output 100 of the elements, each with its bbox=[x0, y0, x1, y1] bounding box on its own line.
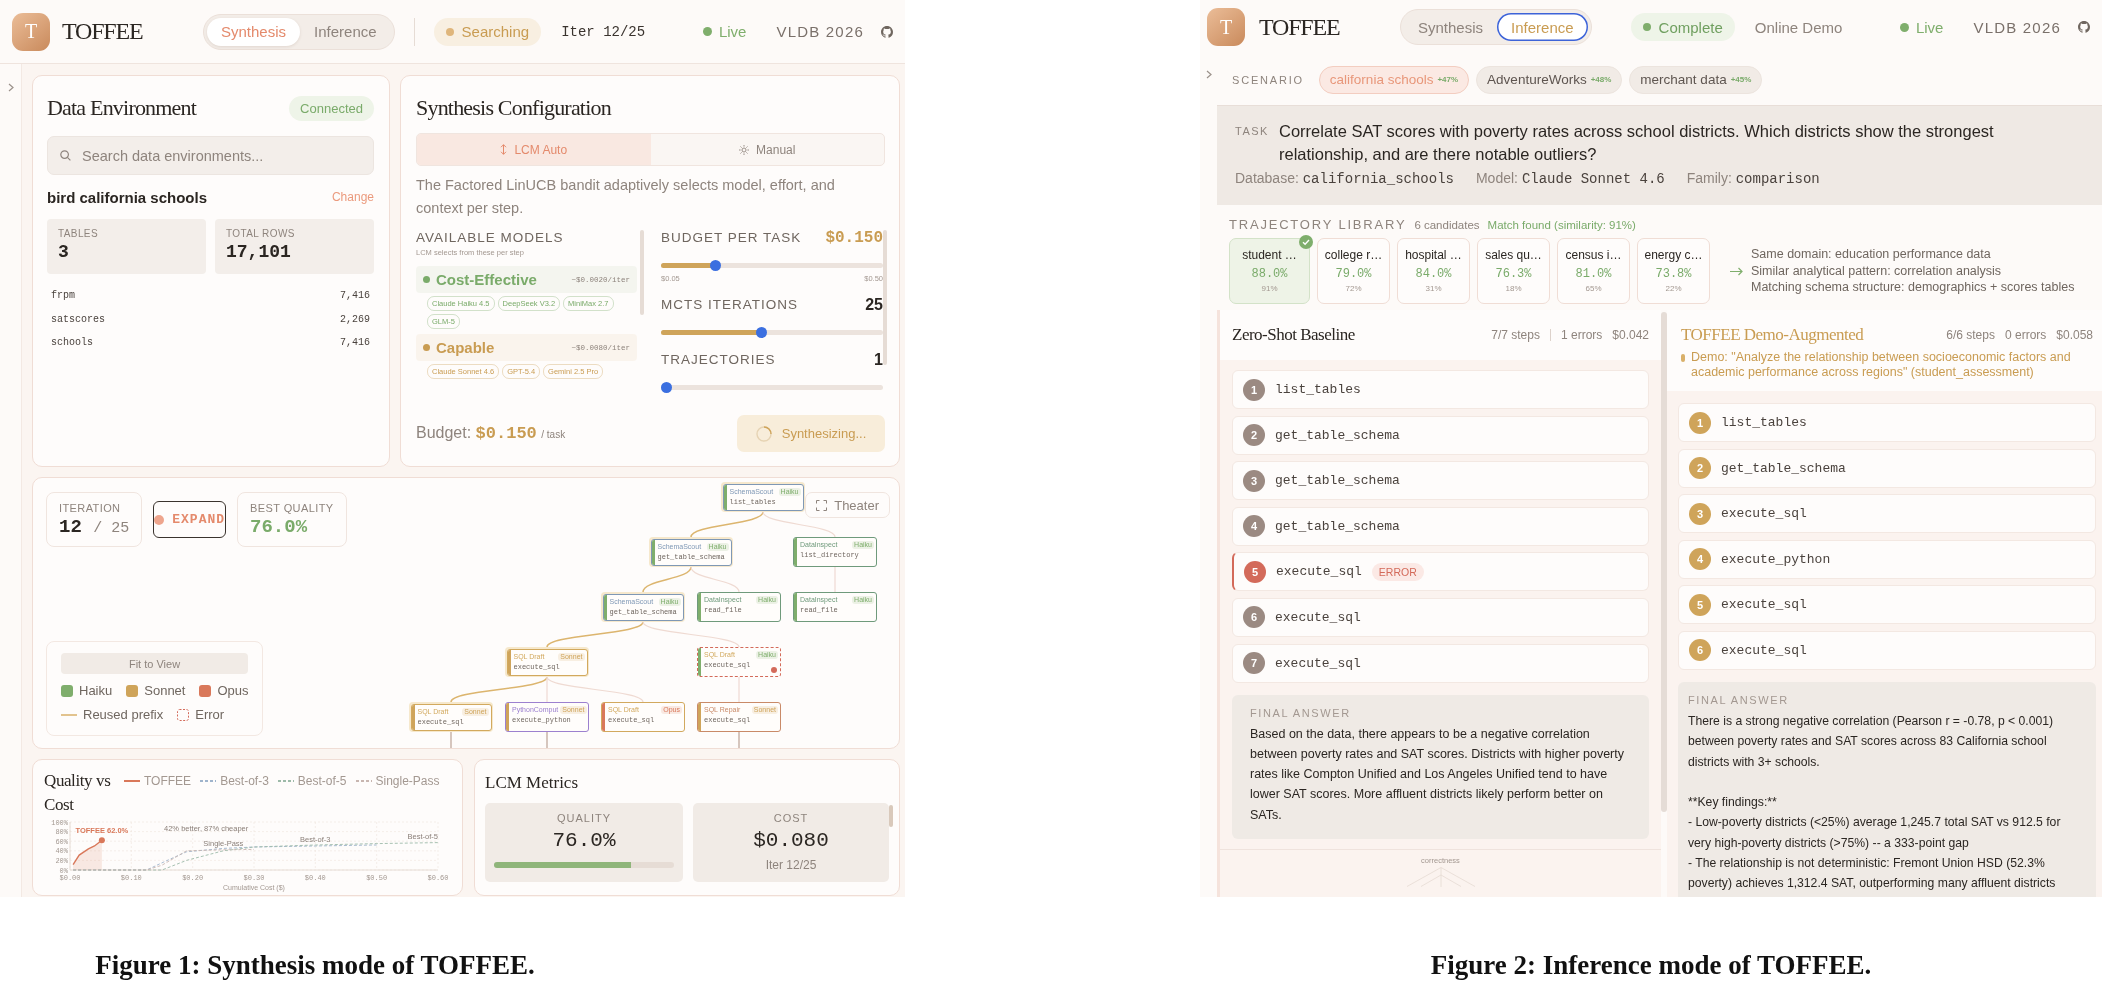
tier-name: Cost-Effective bbox=[436, 271, 537, 288]
step-number: 1 bbox=[1243, 378, 1265, 401]
step-number: 3 bbox=[1689, 502, 1711, 525]
slider-value: 25 bbox=[865, 296, 883, 314]
step-number: 6 bbox=[1689, 639, 1711, 662]
metric-label: QUALITY bbox=[556, 812, 612, 824]
legend-label: Reused prefix bbox=[83, 707, 164, 722]
stat-label: BEST QUALITY bbox=[250, 502, 334, 514]
step-count: 6/6 steps bbox=[1946, 328, 1995, 342]
step-tool: get_table_schema bbox=[1721, 460, 1846, 476]
reason-text: Matching schema structure: demographics + scores tables bbox=[1751, 279, 2075, 296]
step-tool: execute_sql bbox=[1275, 655, 1361, 671]
iteration-counter: Iter 12/25 bbox=[561, 23, 646, 40]
phase-label: EXPAND bbox=[172, 512, 226, 527]
legend-label: Single-Pass bbox=[375, 773, 440, 789]
stat-label: TOTAL ROWS bbox=[226, 228, 296, 239]
legend-label: Haiku bbox=[79, 683, 113, 698]
app-logo: T bbox=[12, 12, 50, 51]
card-title: Data Environment bbox=[47, 95, 197, 121]
reason-text: Similar analytical pattern: correlation analysis bbox=[1751, 262, 2003, 280]
stat-value: 17,101 bbox=[226, 242, 292, 262]
slider-value: 1 bbox=[874, 351, 883, 369]
step-number: 4 bbox=[1243, 515, 1265, 538]
venue-label: VLDB 2026 bbox=[776, 23, 864, 40]
table-name: frpm bbox=[51, 290, 75, 302]
live-label: Live bbox=[1915, 18, 1944, 36]
step-number: 3 bbox=[1243, 469, 1265, 492]
step-number: 6 bbox=[1243, 606, 1265, 629]
metric-label: COST bbox=[773, 812, 809, 824]
row-count: 7,416 bbox=[340, 337, 370, 349]
step-number: 7 bbox=[1243, 652, 1265, 675]
task-label: TASK bbox=[1235, 124, 1270, 139]
step-tool: execute_sql bbox=[1721, 597, 1807, 613]
error-count: 1 errors bbox=[1560, 328, 1603, 342]
app-title: TOFFEE bbox=[62, 18, 144, 45]
step-number: 5 bbox=[1689, 593, 1711, 616]
final-answer-text: There is a strong negative correlation (Pearson r = -0.78, p < 0.001) between poverty rates and SAT scores across 83 California school districts with 3+ schools. **Key findings:** - Low-poverty districts (<25%) average 1,245.7 total SAT vs 912.5 for very high-poverty districts (>75%) -- a 333-point gap - The relationship is not deterministic: Fremont Union HSD (52.3% poverty) achieves 1,312.4 SAT, outperforming many affluent districts bbox=[1688, 712, 2062, 893]
step-number: 1 bbox=[1689, 411, 1711, 434]
meta-item: Family: comparison bbox=[1686, 169, 1820, 187]
tier-name: Capable bbox=[436, 339, 495, 356]
connection-status: Connected bbox=[289, 95, 374, 121]
card-title: Synthesis Configuration bbox=[416, 95, 611, 121]
legend-label: Best-of-5 bbox=[297, 773, 347, 789]
environment-name: bird california schools bbox=[47, 188, 208, 206]
final-answer-label: FINAL ANSWER bbox=[1250, 706, 1352, 719]
error-count: 0 errors bbox=[2004, 328, 2047, 342]
final-answer-label: FINAL ANSWER bbox=[1688, 693, 1790, 706]
scenario-label: SCENARIO bbox=[1232, 73, 1304, 86]
slider-label: BUDGET PER TASK bbox=[661, 229, 802, 247]
step-tool: execute_sql bbox=[1275, 609, 1361, 625]
task-question: Correlate SAT scores with poverty rates across school districts. Which districts show the strongest relationship, and are there notable outliers? bbox=[1279, 121, 1995, 165]
final-answer-text: Based on the data, there appears to be a negative correlation between poverty rates and SAT scores. Districts with higher poverty rates like Compton Unified and Los Angeles Unified tend to have lower SAT scores. More affluent districts likely perform better on SATs. bbox=[1250, 725, 1625, 824]
error-badge: ERROR bbox=[1371, 562, 1424, 581]
run-cost: $0.042 bbox=[1612, 328, 1649, 342]
meta-item: Model: Claude Sonnet 4.6 bbox=[1475, 169, 1665, 187]
card-title: LCM Metrics bbox=[485, 772, 580, 794]
legend-label: Error bbox=[195, 707, 225, 722]
step-tool: execute_sql bbox=[1276, 564, 1362, 580]
live-label: Live bbox=[718, 23, 747, 40]
meta-item: Database: california_schools bbox=[1235, 169, 1454, 187]
slider-label: MCTS ITERATIONS bbox=[661, 296, 798, 314]
budget-summary: Budget: $0.150 / task bbox=[416, 424, 566, 443]
candidate-count: 6 candidates bbox=[1414, 219, 1480, 231]
stat-value: 76.0% bbox=[250, 516, 309, 538]
metric-value: 76.0% bbox=[552, 829, 616, 852]
stat-label: ITERATION bbox=[59, 502, 122, 514]
step-number: 2 bbox=[1689, 457, 1711, 480]
panel-title: Zero-Shot Baseline bbox=[1232, 325, 1355, 345]
description-text: The Factored LinUCB bandit adaptively selects model, effort, and context per step. bbox=[416, 176, 836, 218]
panel-title: TOFFEE Demo-Augmented bbox=[1681, 325, 1864, 345]
slider-label: TRAJECTORIES bbox=[661, 351, 776, 369]
table-name: schools bbox=[51, 337, 93, 349]
section-label: TRAJECTORY LIBRARY bbox=[1229, 217, 1407, 232]
row-count: 7,416 bbox=[340, 290, 370, 302]
section-label: AVAILABLE MODELS bbox=[416, 229, 565, 247]
stat-value: 12 / 25 bbox=[59, 516, 130, 538]
figure-caption: Figure 2: Inference mode of TOFFEE. bbox=[1430, 949, 1872, 981]
step-number: 5 bbox=[1244, 560, 1266, 583]
legend-label: Best-of-3 bbox=[220, 773, 269, 789]
step-count: 7/7 steps bbox=[1491, 328, 1540, 342]
step-number: 4 bbox=[1689, 548, 1711, 571]
legend-label: Sonnet bbox=[144, 683, 186, 698]
slider-value: $0.150 bbox=[825, 229, 883, 247]
app-logo: T bbox=[1207, 8, 1245, 46]
stat-value: 3 bbox=[58, 242, 70, 262]
stat-label: TABLES bbox=[58, 228, 99, 239]
table-name: satscores bbox=[51, 313, 105, 325]
card-title: Quality vs Cost bbox=[44, 770, 112, 816]
row-count: 2,269 bbox=[340, 313, 370, 325]
app-title: TOFFEE bbox=[1259, 13, 1341, 41]
status-label: Complete bbox=[1658, 18, 1723, 36]
legend-label: TOFFEE bbox=[144, 773, 192, 789]
step-tool: get_table_schema bbox=[1275, 427, 1400, 443]
step-tool: list_tables bbox=[1275, 382, 1361, 397]
figure-caption: Figure 1: Synthesis mode of TOFFEE. bbox=[95, 949, 535, 981]
run-cost: $0.058 bbox=[2056, 328, 2093, 342]
step-tool: get_table_schema bbox=[1275, 518, 1400, 534]
status-label: Searching bbox=[461, 23, 530, 40]
reason-text: Same domain: education performance data bbox=[1751, 246, 1992, 263]
demo-text: Demo: "Analyze the relationship between socioeconomic factors and academic performance across regions" (student_assessment) bbox=[1691, 350, 2072, 380]
